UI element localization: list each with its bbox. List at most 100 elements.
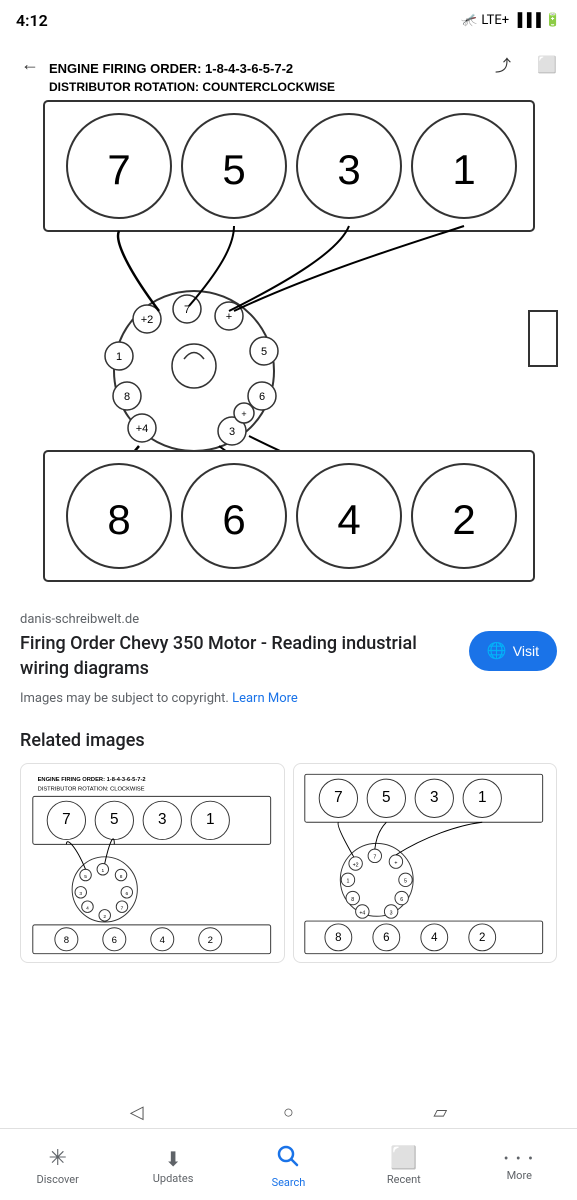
svg-text:3: 3 <box>158 812 167 829</box>
svg-text:1: 1 <box>347 879 350 885</box>
svg-text:1: 1 <box>115 351 121 363</box>
nav-item-discover[interactable]: ✳ Discover <box>26 1148 90 1186</box>
nav-label-more: More <box>507 1169 532 1182</box>
svg-text:3: 3 <box>228 426 234 438</box>
nav-item-updates[interactable]: ⬇ Updates <box>141 1149 205 1185</box>
bookmark-icon: ⬜ <box>537 55 557 74</box>
source-title: Firing Order Chevy 350 Motor - Reading i… <box>20 631 457 681</box>
lte-icon: LTE+ <box>481 13 509 28</box>
discover-icon: ✳ <box>48 1148 66 1170</box>
svg-text:8: 8 <box>123 391 129 403</box>
svg-text:4: 4 <box>431 933 438 945</box>
svg-text:3: 3 <box>390 911 393 917</box>
source-title-row: Firing Order Chevy 350 Motor - Reading i… <box>20 631 557 681</box>
nav-item-search[interactable]: Search <box>256 1144 320 1189</box>
back-button[interactable]: ← <box>12 46 48 82</box>
back-gesture-icon[interactable]: ◁ <box>130 1102 144 1123</box>
svg-text:1: 1 <box>101 868 104 874</box>
home-gesture-icon[interactable]: ○ <box>283 1102 294 1123</box>
svg-text:+: + <box>241 409 246 419</box>
svg-text:DISTRIBUTOR ROTATION: CLOCKWIS: DISTRIBUTOR ROTATION: CLOCKWISE <box>37 787 144 793</box>
copyright-notice: Images may be subject to copyright. Lear… <box>20 691 557 706</box>
svg-text:1: 1 <box>478 789 487 806</box>
signal-icon: ▐▐▐ <box>513 12 541 28</box>
related-diagram-1-svg: ENGINE FIRING ORDER: 1-8-4-3-6-5-7-2 DIS… <box>28 769 277 957</box>
visit-label: Visit <box>513 643 539 659</box>
related-image-1[interactable]: ENGINE FIRING ORDER: 1-8-4-3-6-5-7-2 DIS… <box>20 763 285 963</box>
svg-text:5: 5 <box>110 812 119 829</box>
updates-icon: ⬇ <box>165 1149 182 1169</box>
nav-label-updates: Updates <box>153 1172 194 1185</box>
svg-text:+4: +4 <box>135 423 148 435</box>
svg-text:2: 2 <box>207 935 212 946</box>
svg-text:5: 5 <box>84 874 87 880</box>
main-diagram-image[interactable]: ENGINE FIRING ORDER: 1-8-4-3-6-5-7-2 DIS… <box>0 36 577 596</box>
source-domain: danis-schreibwelt.de <box>20 612 557 627</box>
svg-text:5: 5 <box>260 346 266 358</box>
related-image-2[interactable]: 7 5 3 1 +2 7 + 1 5 8 <box>293 763 558 963</box>
svg-text:2: 2 <box>452 496 475 543</box>
svg-text:1: 1 <box>206 812 215 829</box>
back-arrow-icon: ← <box>21 54 39 75</box>
image-view-container: ← ⤴ ⬜ ENGINE FIRING ORDER: 1-8-4-3-6-5-7… <box>0 36 577 596</box>
bottom-nav: ✳ Discover ⬇ Updates Search ⬜ Recent • •… <box>0 1128 577 1200</box>
image-overlay-bar: ← ⤴ ⬜ <box>0 36 577 92</box>
svg-text:ENGINE FIRING ORDER: 1-8-4-3-6: ENGINE FIRING ORDER: 1-8-4-3-6-5-7-2 <box>37 777 145 783</box>
share-button[interactable]: ⤴ <box>485 46 521 82</box>
svg-text:+: + <box>394 861 397 867</box>
svg-text:+2: +2 <box>140 314 153 326</box>
share-icon: ⤴ <box>495 52 511 76</box>
svg-text:8: 8 <box>107 496 130 543</box>
related-section: Related images ENGINE FIRING ORDER: 1-8-… <box>0 714 577 971</box>
svg-text:7: 7 <box>62 812 71 829</box>
source-info: danis-schreibwelt.de Firing Order Chevy … <box>0 596 577 714</box>
svg-text:7: 7 <box>120 906 123 912</box>
svg-text:7: 7 <box>107 146 130 193</box>
svg-text:7: 7 <box>334 789 343 806</box>
svg-text:7: 7 <box>373 855 376 861</box>
svg-text:3: 3 <box>430 789 439 806</box>
svg-text:3: 3 <box>337 146 360 193</box>
nav-item-more[interactable]: • • • More <box>487 1152 551 1182</box>
svg-text:4: 4 <box>159 935 165 946</box>
visit-button[interactable]: 🌐 Visit <box>469 631 557 671</box>
svg-text:+: + <box>225 311 231 323</box>
svg-text:5: 5 <box>404 879 407 885</box>
nav-label-search: Search <box>272 1176 306 1189</box>
svg-text:8: 8 <box>119 874 122 880</box>
status-icons: 🦟 LTE+ ▐▐▐ 🔋 <box>461 12 561 28</box>
svg-text:3: 3 <box>79 892 82 898</box>
learn-more-link[interactable]: Learn More <box>232 691 298 706</box>
overlay-right-icons: ⤴ ⬜ <box>485 46 565 82</box>
more-icon: • • • <box>504 1152 535 1166</box>
svg-text:6: 6 <box>222 496 245 543</box>
related-images-grid: ENGINE FIRING ORDER: 1-8-4-3-6-5-7-2 DIS… <box>20 763 557 963</box>
status-time: 4:12 <box>16 11 48 30</box>
firing-order-svg: ENGINE FIRING ORDER: 1-8-4-3-6-5-7-2 DIS… <box>19 46 559 586</box>
status-bar: 4:12 🦟 LTE+ ▐▐▐ 🔋 <box>0 0 577 36</box>
recent-gesture-icon[interactable]: ▱ <box>433 1102 447 1123</box>
related-diagram-2-svg: 7 5 3 1 +2 7 + 1 5 8 <box>300 769 549 957</box>
nav-label-discover: Discover <box>37 1173 79 1186</box>
svg-text:6: 6 <box>383 933 389 945</box>
svg-text:8: 8 <box>351 897 354 903</box>
search-icon <box>276 1144 300 1173</box>
svg-text:5: 5 <box>222 146 245 193</box>
svg-text:+4: +4 <box>359 911 365 917</box>
svg-text:2: 2 <box>479 933 485 945</box>
svg-text:6: 6 <box>258 391 264 403</box>
svg-text:6: 6 <box>111 935 116 946</box>
bookmark-button[interactable]: ⬜ <box>529 46 565 82</box>
recent-icon: ⬜ <box>390 1148 417 1170</box>
svg-text:5: 5 <box>382 789 391 806</box>
svg-text:1: 1 <box>452 146 475 193</box>
svg-text:4: 4 <box>337 496 360 543</box>
svg-text:8: 8 <box>335 933 341 945</box>
globe-icon: 🌐 <box>487 641 507 661</box>
svg-text:2: 2 <box>103 915 106 921</box>
copyright-text: Images may be subject to copyright. <box>20 691 229 706</box>
svg-text:6: 6 <box>125 892 128 898</box>
svg-text:8: 8 <box>63 935 68 946</box>
nav-item-recent[interactable]: ⬜ Recent <box>372 1148 436 1186</box>
gesture-nav: ◁ ○ ▱ <box>0 1096 577 1128</box>
